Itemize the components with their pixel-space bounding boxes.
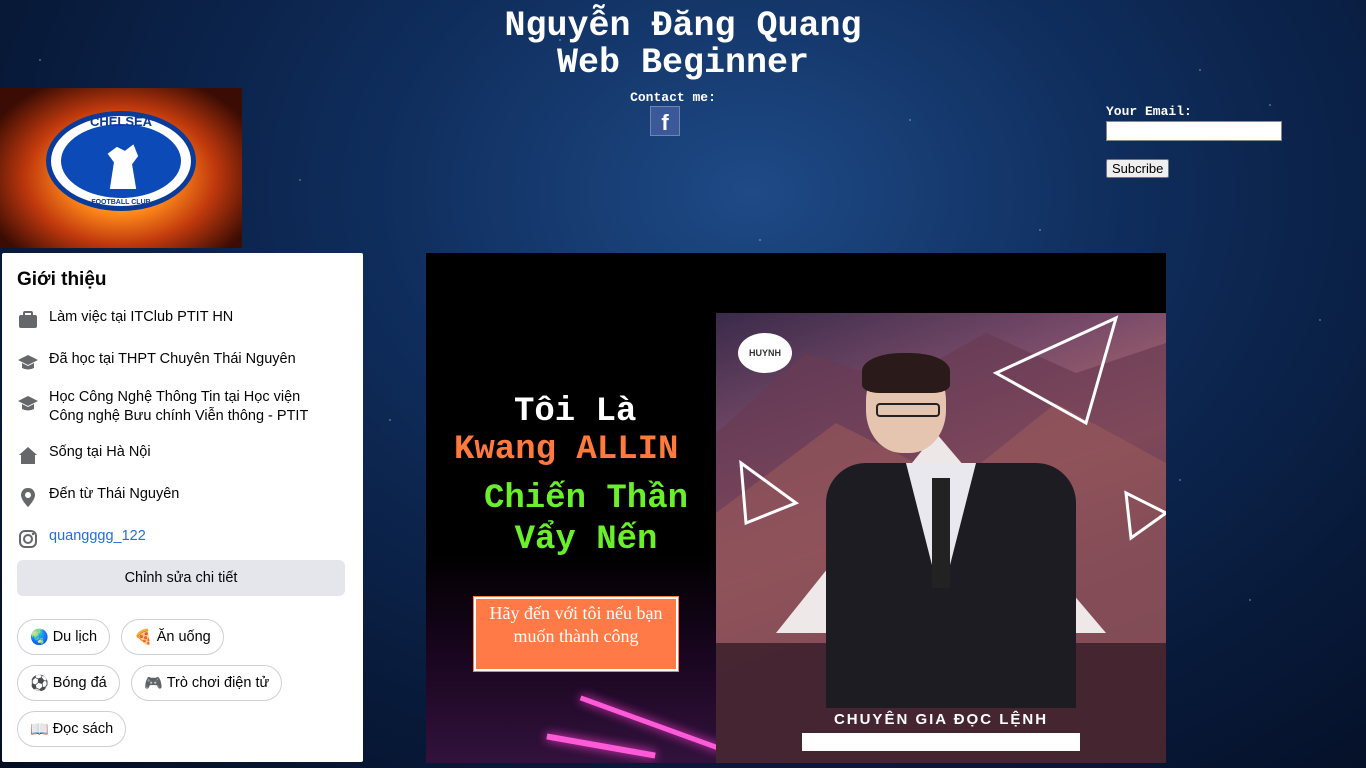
soccer-ball-icon: ⚽ xyxy=(30,675,49,692)
intro-item-university: Học Công Nghệ Thông Tin tại Học viện Côn… xyxy=(17,388,317,426)
hobby-chip-travel[interactable]: 🌏 Du lịch xyxy=(17,619,111,655)
intro-item-text: Sống tại Hà Nội xyxy=(49,444,151,460)
chelsea-logo: CHELSEA FOOTBALL CLUB xyxy=(0,88,242,248)
intro-item-text: Đã học tại THPT Chuyên Thái Nguyên xyxy=(49,351,296,367)
hobby-label: Du lịch xyxy=(52,629,98,645)
badge-bottom-text: FOOTBALL CLUB xyxy=(91,199,151,206)
gamepad-icon: 🎮 xyxy=(144,675,163,692)
hobby-label: Ăn uống xyxy=(156,629,211,645)
intro-item-work: Làm việc tại ITClub PTIT HN xyxy=(17,309,233,331)
hobby-chip-food[interactable]: 🍕 Ăn uống xyxy=(121,619,224,655)
hobby-label: Bóng đá xyxy=(52,675,107,691)
poster-caption: CHUYÊN GIA ĐỌC LỆNH xyxy=(833,711,1049,728)
poster-white-bar xyxy=(802,733,1080,751)
contact-label: Contact me: xyxy=(630,90,716,105)
pizza-icon: 🍕 xyxy=(134,629,153,646)
facebook-icon[interactable]: f xyxy=(650,106,680,136)
book-icon: 📖 xyxy=(30,721,49,738)
club-badge: CHELSEA FOOTBALL CLUB xyxy=(46,111,196,211)
email-input[interactable] xyxy=(1106,121,1282,141)
instagram-link[interactable]: quangggg_122 xyxy=(49,528,146,544)
intro-item-instagram: quangggg_122 xyxy=(17,528,146,550)
profile-poster: HUYNH CHUYÊN GIA ĐỌC LỆNH xyxy=(716,313,1166,763)
hobby-chip-football[interactable]: ⚽ Bóng đá xyxy=(17,665,120,701)
poster-logo: HUYNH xyxy=(738,333,792,373)
intro-item-text: Làm việc tại ITClub PTIT HN xyxy=(49,309,234,325)
hobby-label: Trò chơi điện tử xyxy=(166,675,270,691)
intro-item-hometown: Đến từ Thái Nguyên xyxy=(17,486,179,508)
location-pin-icon xyxy=(21,488,35,507)
hobby-label: Đọc sách xyxy=(52,721,114,737)
graduation-cap-icon xyxy=(18,355,38,370)
person-hair xyxy=(862,353,950,393)
instagram-icon xyxy=(19,530,37,548)
briefcase-icon xyxy=(19,311,37,328)
banner-line-3: Chiến Thần Vẩy Nến xyxy=(483,480,689,559)
home-icon xyxy=(19,447,37,464)
subscribe-button[interactable]: Subcribe xyxy=(1106,159,1170,178)
cta-box[interactable]: Hãy đến với tôi nếu bạn muốn thành công xyxy=(473,596,679,672)
hobby-chip-reading[interactable]: 📖 Đọc sách xyxy=(17,711,127,747)
author-subtitle: Web Beginner xyxy=(556,43,810,83)
hero-banner: HUYNH CHUYÊN GIA ĐỌC LỆNH Tôi Là Kwang A… xyxy=(426,253,1166,763)
badge-top-text: CHELSEA xyxy=(89,114,153,129)
intro-item-text: Đến từ Thái Nguyên xyxy=(49,486,180,502)
intro-item-school: Đã học tại THPT Chuyên Thái Nguyên xyxy=(17,351,296,373)
banner-line-1: Tôi Là xyxy=(514,393,637,431)
subscribe-form: Your Email: Subcribe xyxy=(1106,104,1282,178)
email-label: Your Email: xyxy=(1106,104,1192,119)
person-glasses xyxy=(876,403,940,417)
banner-line-2: Kwang ALLIN xyxy=(454,431,679,469)
person-tie xyxy=(932,478,950,588)
intro-title: Giới thiệu xyxy=(17,269,107,290)
intro-item-text: Học Công Nghệ Thông Tin tại Học viện Côn… xyxy=(49,389,309,424)
intro-item-lives: Sống tại Hà Nội xyxy=(17,444,151,466)
page-title: Nguyễn Đăng Quang Web Beginner xyxy=(0,8,1366,82)
author-name: Nguyễn Đăng Quang xyxy=(504,6,862,46)
intro-card: Giới thiệu Làm việc tại ITClub PTIT HN Đ… xyxy=(2,253,363,762)
lion-icon xyxy=(107,144,139,189)
edit-details-button[interactable]: Chỉnh sửa chi tiết xyxy=(17,560,345,596)
globe-icon: 🌏 xyxy=(30,629,49,646)
graduation-cap-icon xyxy=(18,396,38,411)
hobby-chip-games[interactable]: 🎮 Trò chơi điện tử xyxy=(131,665,283,701)
